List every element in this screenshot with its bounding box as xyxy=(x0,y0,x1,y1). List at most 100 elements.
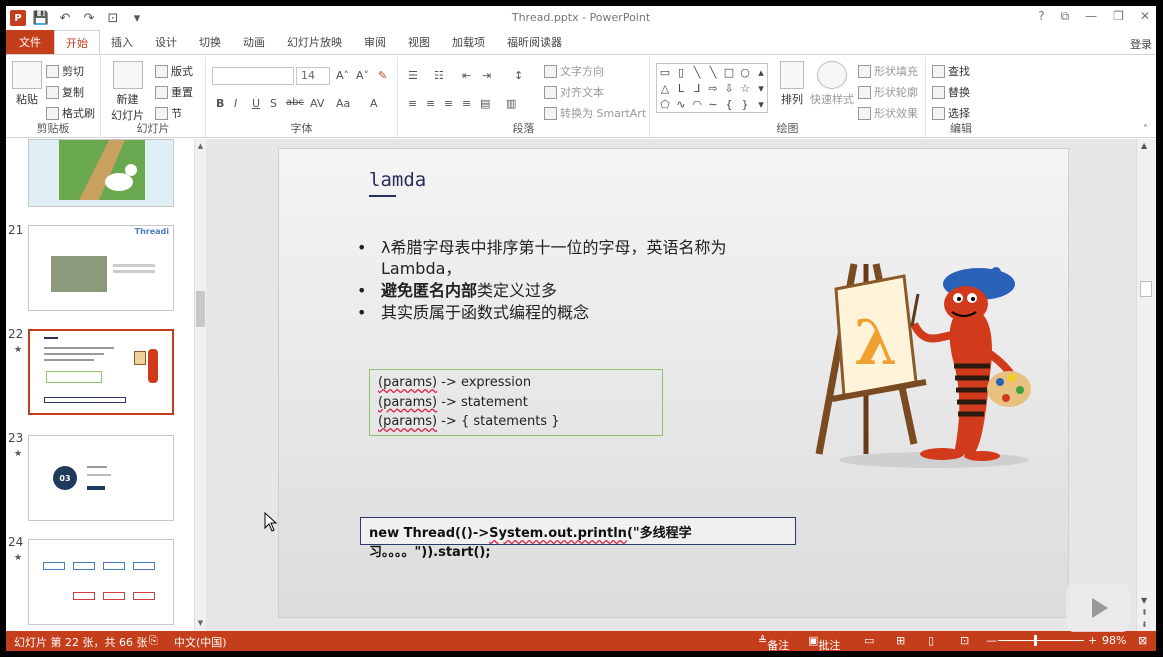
zoom-level[interactable]: 98% xyxy=(1102,634,1126,647)
tab-design[interactable]: 设计 xyxy=(144,30,188,54)
tab-transitions[interactable]: 切换 xyxy=(188,30,232,54)
slideshow-view-icon[interactable]: ⊡ xyxy=(960,634,969,647)
align-left-icon[interactable]: ≡ xyxy=(408,97,417,110)
normal-view-icon[interactable]: ▭ xyxy=(864,634,874,647)
slide-title[interactable]: lamda xyxy=(369,169,426,191)
shadow-button[interactable]: S xyxy=(270,97,277,110)
current-slide[interactable]: lamda λ希腊字母表中排序第十一位的字母，英语名称为 Lambda， 避免匿… xyxy=(278,148,1069,618)
select-button[interactable]: 选择 xyxy=(932,105,970,121)
textbox-shape-icon[interactable]: ▭ xyxy=(657,64,673,80)
thumbnails-scrollbar[interactable]: ▲ ▼ xyxy=(194,139,206,631)
brace-left-shape-icon[interactable]: { xyxy=(721,96,737,112)
shrink-font-button[interactable]: A˅ xyxy=(356,69,369,82)
more-shapes-icon[interactable]: ▾ xyxy=(753,80,769,96)
scroll-down-icon[interactable]: ▼ xyxy=(1141,596,1147,605)
tab-view[interactable]: 视图 xyxy=(397,30,441,54)
spell-check-icon[interactable]: ⎘ xyxy=(149,634,158,648)
fit-slide-icon[interactable]: ⊠ xyxy=(1138,634,1147,647)
tab-foxit-reader[interactable]: 福昕阅读器 xyxy=(496,30,573,54)
oval-shape-icon[interactable]: ○ xyxy=(737,64,753,80)
language-status[interactable]: 中文(中国) xyxy=(174,634,227,650)
bold-button[interactable]: B xyxy=(216,97,224,110)
font-size-input[interactable]: 14 xyxy=(296,67,330,85)
tab-animations[interactable]: 动画 xyxy=(232,30,276,54)
zoom-in-icon[interactable]: + xyxy=(1088,634,1097,647)
italic-button[interactable]: I xyxy=(234,97,237,110)
curve-shape-icon[interactable]: ∿ xyxy=(673,96,689,112)
bullets-icon[interactable]: ☰ xyxy=(408,69,418,82)
shape-fill-button[interactable]: 形状填充 xyxy=(858,63,918,79)
underline-button[interactable]: U xyxy=(252,97,260,110)
slide-sorter-icon[interactable]: ⊞ xyxy=(896,634,905,647)
shape-outline-button[interactable]: 形状轮廓 xyxy=(858,84,918,100)
paste-button[interactable]: 粘贴 xyxy=(12,61,42,107)
star-shape-icon[interactable]: ☆ xyxy=(737,80,753,96)
font-color-button[interactable]: A xyxy=(370,97,378,110)
cut-button[interactable]: 剪切 xyxy=(46,63,84,79)
reading-view-icon[interactable]: ▯ xyxy=(928,634,934,647)
next-slide-icon[interactable]: ⇟ xyxy=(1141,620,1148,629)
shapes-gallery[interactable]: ▭ ▯ ╲ ╲ □ ○ ▴ △ ᒪ ᒧ ⇨ ⇩ ☆ ▾ ⬠ ∿ ◠ ∼ { } xyxy=(656,63,768,113)
tab-insert[interactable]: 插入 xyxy=(100,30,144,54)
notes-button[interactable]: ≜ 备注 xyxy=(758,634,789,651)
strikethrough-button[interactable]: abc xyxy=(286,97,304,108)
text-direction-button[interactable]: 文字方向 xyxy=(544,63,604,79)
align-right-icon[interactable]: ≡ xyxy=(444,97,453,110)
help-icon[interactable]: ? xyxy=(1038,9,1044,24)
more-shapes-icon[interactable]: ▴ xyxy=(753,64,769,80)
quick-styles-button[interactable]: 快速样式 xyxy=(810,61,854,107)
replace-button[interactable]: 替换 xyxy=(932,84,970,100)
gallery-expand-icon[interactable]: ▾ xyxy=(753,96,769,112)
down-arrow-shape-icon[interactable]: ⇩ xyxy=(721,80,737,96)
vertical-textbox-shape-icon[interactable]: ▯ xyxy=(673,64,689,80)
pentagon-shape-icon[interactable]: ⬠ xyxy=(657,96,673,112)
increase-indent-icon[interactable]: ⇥ xyxy=(482,69,491,82)
slide-thumbnail-23[interactable]: 03 xyxy=(28,435,174,521)
zoom-slider-handle[interactable] xyxy=(1034,635,1037,646)
numbering-icon[interactable]: ☷ xyxy=(434,69,444,82)
slide-thumbnail-22[interactable] xyxy=(28,329,174,415)
distribute-icon[interactable]: ▤ xyxy=(480,97,490,110)
zoom-out-icon[interactable]: — xyxy=(986,634,997,647)
video-play-overlay[interactable] xyxy=(1066,584,1130,632)
shape-effects-button[interactable]: 形状效果 xyxy=(858,105,918,121)
layout-button[interactable]: 版式 xyxy=(155,63,193,79)
connector-shape-icon[interactable]: ᒪ xyxy=(673,80,689,96)
format-painter-button[interactable]: 格式刷 xyxy=(46,105,95,121)
tab-slideshow[interactable]: 幻灯片放映 xyxy=(276,30,353,54)
lambda-syntax-box[interactable]: (params) -> expression (params) -> state… xyxy=(369,369,663,436)
reset-button[interactable]: 重置 xyxy=(155,84,193,100)
zoom-slider[interactable] xyxy=(998,640,1084,641)
font-name-input[interactable] xyxy=(212,67,294,85)
decrease-indent-icon[interactable]: ⇤ xyxy=(462,69,471,82)
grow-font-button[interactable]: A˄ xyxy=(336,69,349,82)
slide-thumbnail-24[interactable] xyxy=(28,539,174,625)
right-arrow-shape-icon[interactable]: ⇨ xyxy=(705,80,721,96)
section-button[interactable]: 节 xyxy=(155,105,182,121)
scroll-up-icon[interactable]: ▲ xyxy=(195,141,206,152)
align-center-icon[interactable]: ≡ xyxy=(426,97,435,110)
slide-bullet-list[interactable]: λ希腊字母表中排序第十一位的字母，英语名称为 Lambda， 避免匿名内部类定义… xyxy=(355,237,775,324)
slide-thumbnail-20[interactable] xyxy=(28,139,174,207)
brace-right-shape-icon[interactable]: } xyxy=(737,96,753,112)
columns-icon[interactable]: ▥ xyxy=(506,97,516,110)
copy-button[interactable]: 复制 xyxy=(46,84,84,100)
tab-file[interactable]: 文件 xyxy=(6,30,54,54)
slide-thumbnail-21[interactable]: Threadi xyxy=(28,225,174,311)
char-spacing-button[interactable]: AV xyxy=(310,97,324,110)
thumbnails-scroll-thumb[interactable] xyxy=(196,291,205,327)
previous-slide-icon[interactable]: ⇞ xyxy=(1141,608,1148,617)
comments-button[interactable]: ▣ 批注 xyxy=(808,634,840,651)
align-text-button[interactable]: 对齐文本 xyxy=(544,84,604,100)
minimize-icon[interactable]: — xyxy=(1085,9,1097,24)
connector-shape-icon[interactable]: ᒧ xyxy=(689,80,705,96)
convert-smartart-button[interactable]: 转换为 SmartArt xyxy=(544,105,646,121)
arc-shape-icon[interactable]: ◠ xyxy=(689,96,705,112)
change-case-button[interactable]: Aa xyxy=(336,97,350,110)
login-link[interactable]: 登录 xyxy=(1130,36,1152,52)
wave-shape-icon[interactable]: ∼ xyxy=(705,96,721,112)
tab-home[interactable]: 开始 xyxy=(54,30,100,54)
new-slide-button[interactable]: 新建 幻灯片 xyxy=(111,61,144,123)
scroll-down-icon[interactable]: ▼ xyxy=(195,618,206,629)
scroll-up-icon[interactable]: ▲ xyxy=(1141,141,1147,150)
